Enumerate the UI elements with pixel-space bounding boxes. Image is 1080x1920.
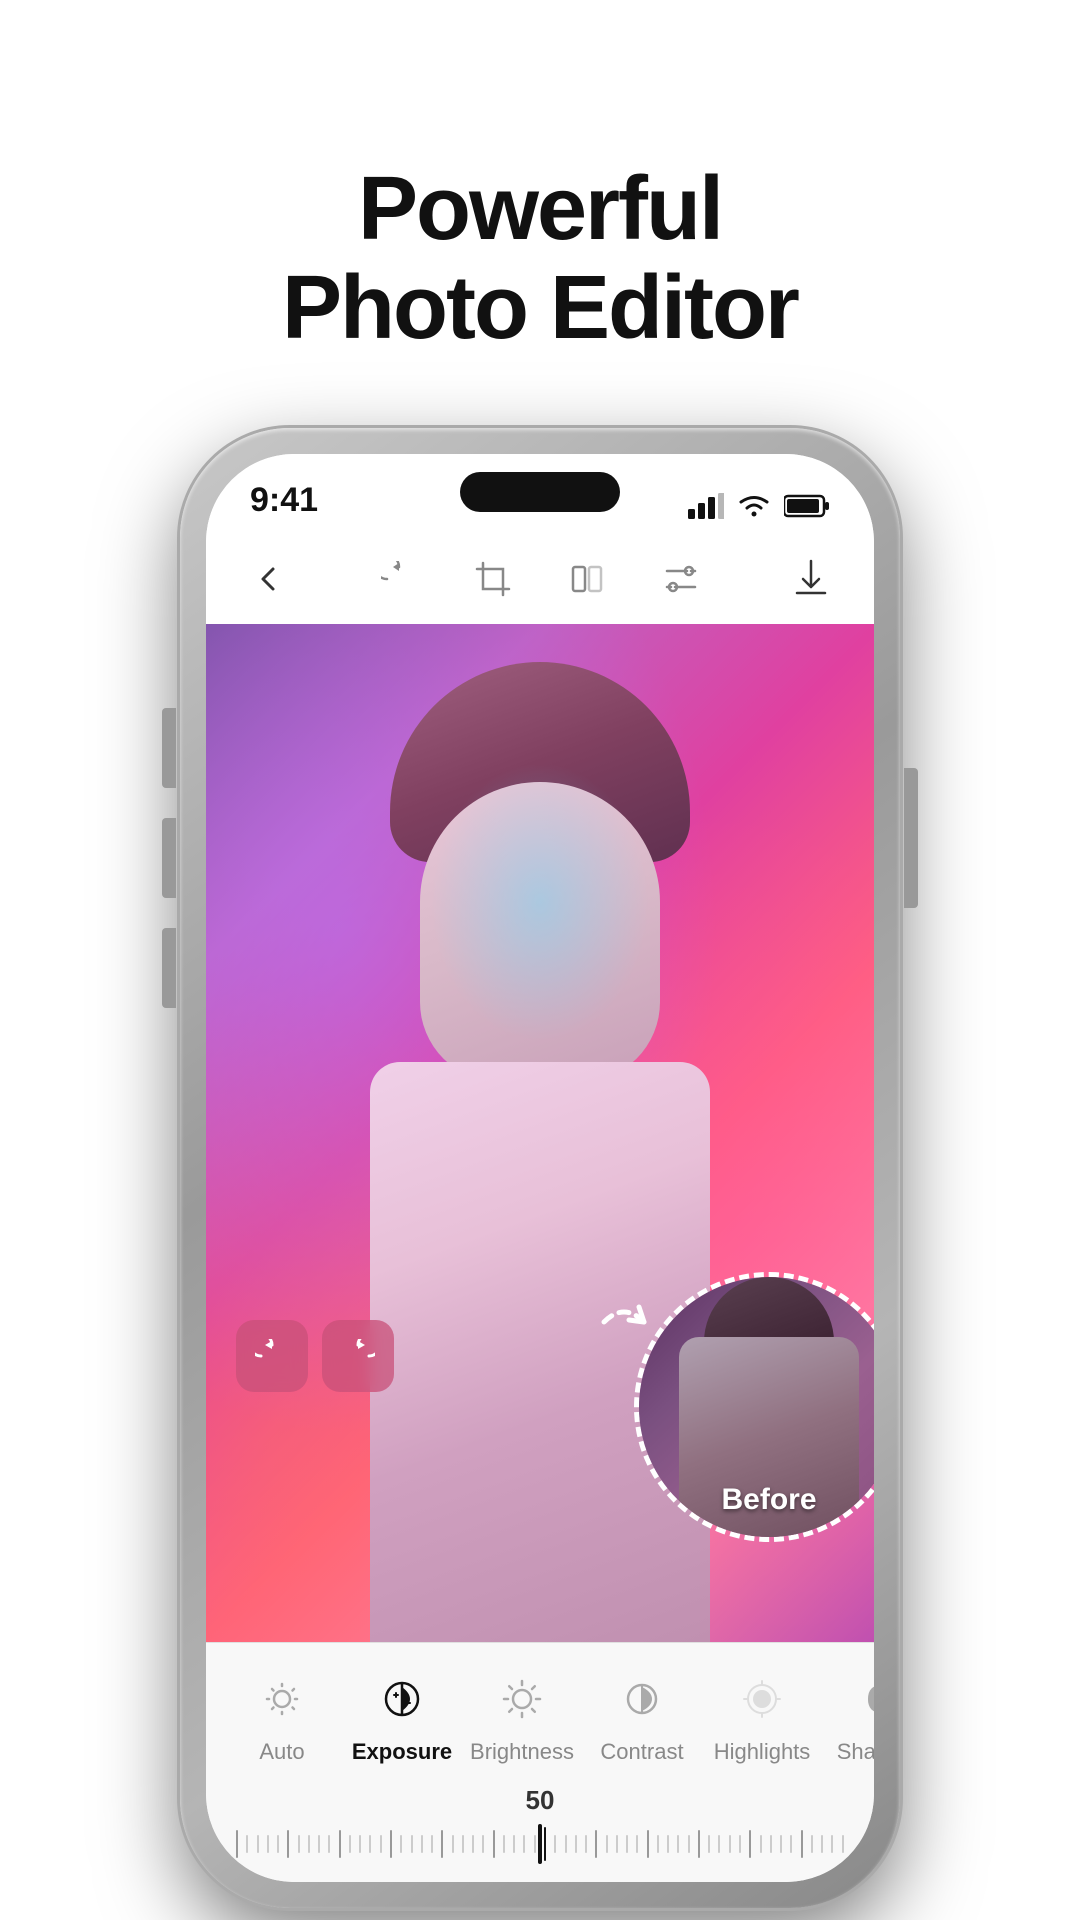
headline: Powerful Photo Editor: [282, 80, 798, 358]
flip-button[interactable]: [560, 552, 614, 606]
back-button[interactable]: [242, 552, 296, 606]
before-label: Before: [721, 1483, 816, 1517]
bottom-panel: Auto Exposure: [206, 1642, 874, 1882]
slider-center-indicator: [538, 1824, 542, 1864]
auto-icon-wrap: [250, 1667, 314, 1731]
slider-value: 50: [236, 1785, 844, 1816]
highlights-icon-wrap: [730, 1667, 794, 1731]
toolbar-center-tools: [372, 552, 708, 606]
battery-icon: [784, 494, 830, 518]
rotate-button[interactable]: [372, 552, 426, 606]
wifi-icon: [736, 492, 772, 520]
tool-auto-label: Auto: [259, 1739, 304, 1765]
brightness-icon-wrap: [490, 1667, 554, 1731]
face-cyan-light: [430, 762, 650, 1042]
before-comparison-circle[interactable]: Before: [634, 1272, 874, 1542]
tool-shadows[interactable]: Shadows: [822, 1657, 874, 1775]
tool-contrast-label: Contrast: [600, 1739, 683, 1765]
tools-row: Auto Exposure: [206, 1643, 874, 1775]
slider-track[interactable]: [236, 1824, 844, 1864]
tool-auto[interactable]: Auto: [222, 1657, 342, 1775]
photo-area: Before: [206, 624, 874, 1642]
tool-highlights-label: Highlights: [714, 1739, 811, 1765]
phone-mockup: 9:41: [180, 428, 900, 1908]
headline-text: Powerful Photo Editor: [282, 160, 798, 358]
toolbar: [206, 534, 874, 624]
phone-screen: 9:41: [206, 454, 874, 1882]
slider-area: 50: [206, 1775, 874, 1864]
tool-shadows-label: Shadows: [837, 1739, 874, 1765]
exposure-icon-wrap: [370, 1667, 434, 1731]
dynamic-island: [460, 472, 620, 512]
status-icons: [688, 492, 830, 524]
undo-button[interactable]: [236, 1320, 308, 1392]
tool-brightness-label: Brightness: [470, 1739, 574, 1765]
signal-icon: [688, 493, 724, 519]
tool-exposure[interactable]: Exposure: [342, 1657, 462, 1775]
tool-brightness[interactable]: Brightness: [462, 1657, 582, 1775]
crop-button[interactable]: [466, 552, 520, 606]
redo-button[interactable]: [322, 1320, 394, 1392]
adjust-button[interactable]: [654, 552, 708, 606]
contrast-icon-wrap: [610, 1667, 674, 1731]
shadows-icon-wrap: [850, 1667, 874, 1731]
undo-redo-buttons: [236, 1320, 394, 1392]
tool-highlights[interactable]: Highlights: [702, 1657, 822, 1775]
before-image: Before: [639, 1277, 874, 1537]
status-time: 9:41: [250, 481, 318, 524]
download-button[interactable]: [784, 552, 838, 606]
tool-contrast[interactable]: Contrast: [582, 1657, 702, 1775]
tool-exposure-label: Exposure: [352, 1739, 452, 1765]
